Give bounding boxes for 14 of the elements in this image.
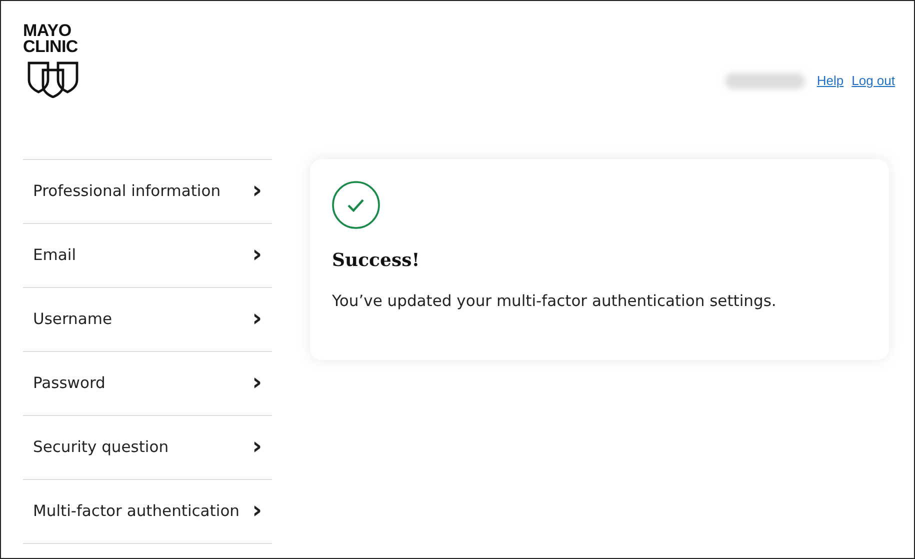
header-link[interactable]: Log out — [852, 71, 895, 90]
chevron-icon: › — [252, 498, 262, 522]
chevron-icon: › — [252, 178, 262, 202]
message-text: You’ve updated your multi-factor authentication settings. — [332, 291, 778, 312]
shield-logo-icon — [27, 60, 79, 98]
message-title: Success! — [332, 249, 421, 273]
chevron-icon: › — [252, 242, 262, 266]
header-link[interactable]: Help — [816, 71, 844, 90]
chevron-icon: › — [252, 370, 262, 394]
logo-text: CLINIC — [23, 39, 78, 55]
checkmark-circle-icon — [332, 181, 380, 229]
logo-text: MAYO — [23, 23, 72, 39]
chevron-icon: › — [252, 306, 262, 330]
chevron-icon: › — [252, 434, 262, 458]
